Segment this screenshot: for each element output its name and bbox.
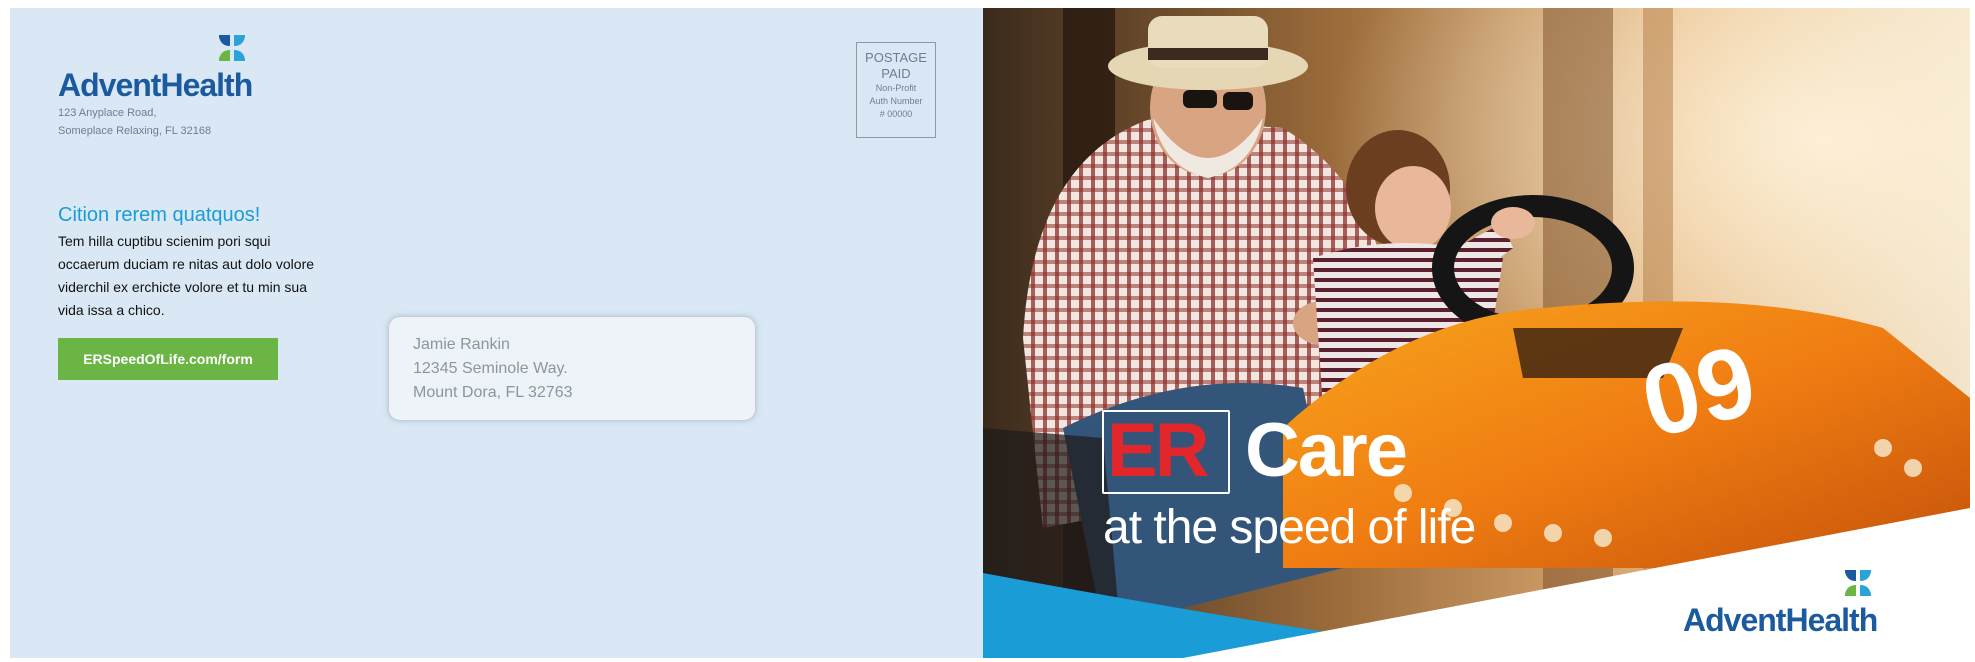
postage-line4: Auth Number: [869, 96, 923, 106]
recipient-name: Jamie Rankin: [413, 336, 510, 353]
postage-indicia: POSTAGE PAID Non-Profit Auth Number # 00…: [856, 42, 936, 138]
cover-er: ER: [1107, 408, 1210, 493]
logo-wordmark: AdventHealth: [58, 67, 253, 103]
cta-url-button[interactable]: ERSpeedOfLife.com/form: [58, 338, 278, 380]
message-body: Tem hilla cuptibu scienim pori squi occa…: [58, 233, 315, 318]
stage: AdventHealth 123 Anyplace Road, Someplac…: [0, 0, 1975, 662]
mailing-panel: AdventHealth 123 Anyplace Road, Someplac…: [10, 8, 983, 658]
postage-line1: POSTAGE: [865, 50, 927, 65]
adventhealth-logo: AdventHealth: [58, 33, 288, 103]
return-address: 123 Anyplace Road, Someplace Relaxing, F…: [58, 104, 211, 140]
four-leaf-logo-icon: [1845, 570, 1871, 596]
postage-line3: Non-Profit: [875, 83, 917, 93]
adventhealth-logo-cover: AdventHealth: [1683, 568, 1913, 638]
cover-tagline: at the speed of life: [1103, 501, 1476, 554]
logo-wordmark: AdventHealth: [1683, 602, 1878, 638]
postcard-mailer: AdventHealth 123 Anyplace Road, Someplac…: [10, 8, 1970, 658]
postage-line5: # 00000: [879, 109, 913, 119]
recipient-address: Jamie Rankin 12345 Seminole Way. Mount D…: [413, 333, 573, 405]
four-leaf-logo-icon: [219, 35, 245, 61]
bumper-car-photo: 09: [983, 8, 1970, 658]
recipient-street: 12345 Seminole Way.: [413, 360, 568, 377]
message-headline: Cition rerem quatquos!: [58, 204, 261, 226]
cover-panel: 09 ER Care at the speed of life AdventHe…: [983, 8, 1970, 658]
cover-care: Care: [1245, 408, 1408, 493]
recipient-address-window: Jamie Rankin 12345 Seminole Way. Mount D…: [388, 316, 756, 421]
recipient-city: Mount Dora, FL 32763: [413, 384, 573, 401]
postage-line2: PAID: [881, 66, 911, 81]
return-address-line1: 123 Anyplace Road,: [58, 107, 157, 119]
return-address-line2: Someplace Relaxing, FL 32168: [58, 125, 212, 137]
